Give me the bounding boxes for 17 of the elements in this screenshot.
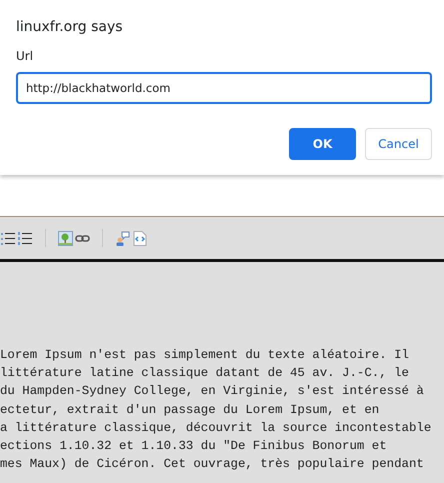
text-line: ectetur, extrait d'un passage du Lorem Ipsum, et en [0, 402, 380, 419]
url-input-field[interactable]: http://blackhatworld.com [16, 72, 432, 104]
text-line: ections 1.10.32 et 1.10.33 du "De Finibus Bonorum et [0, 438, 388, 456]
text-line: du Hampden-Sydney College, en Virginie, s'est intéressé à [0, 383, 425, 400]
numbered-list-icon[interactable] [18, 230, 33, 246]
ok-button[interactable]: OK [289, 128, 356, 160]
cancel-button[interactable]: Cancel [365, 128, 432, 160]
text-line: Lorem Ipsum n'est pas simplement du texte aléatoire. Il [0, 347, 410, 364]
text-line: mes Maux) de Cicéron. Cet ouvrage, très populaire pendant [0, 456, 425, 474]
code-file-icon[interactable] [132, 230, 147, 246]
editor-area[interactable] [0, 262, 444, 483]
person-speech-icon[interactable] [115, 230, 130, 246]
field-label: Url [16, 49, 34, 65]
bullet-list-icon[interactable] [1, 230, 16, 246]
text-line: a littérature classique, découvrit la source incontestable [0, 420, 432, 437]
dialog-title: linuxfr.org says [16, 19, 124, 37]
text-line: littérature latine classique datant de 45 av. J.-C., le [0, 365, 410, 382]
